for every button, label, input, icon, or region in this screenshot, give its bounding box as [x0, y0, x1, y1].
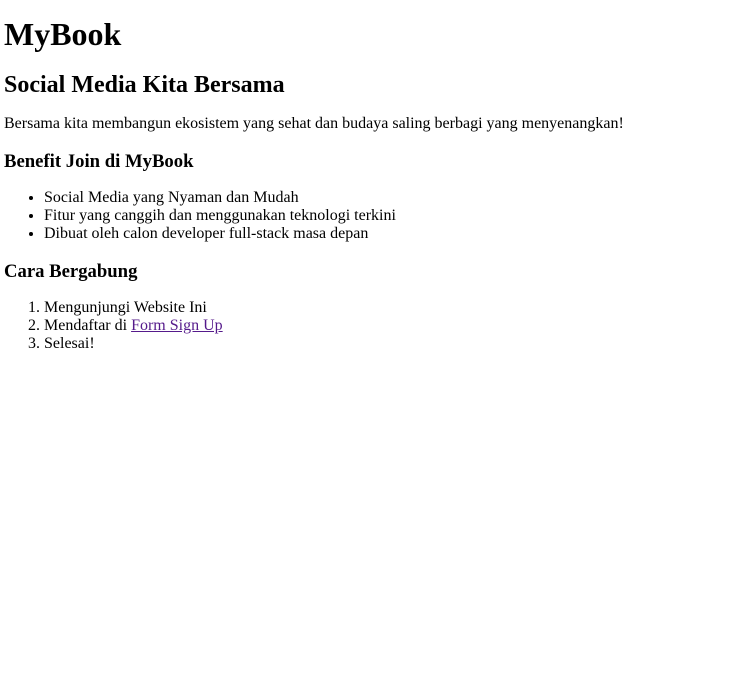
- benefits-list: Social Media yang Nyaman dan Mudah Fitur…: [4, 189, 727, 243]
- intro-paragraph: Bersama kita membangun ekosistem yang se…: [4, 115, 624, 132]
- benefits-heading: Benefit Join di MyBook: [4, 151, 194, 172]
- benefit-item: Social Media yang Nyaman dan Mudah: [44, 189, 727, 207]
- tagline-heading: Social Media Kita Bersama: [4, 72, 285, 98]
- join-step-item: Selesai!: [44, 335, 727, 353]
- page-content: MyBook Social Media Kita Bersama Bersama…: [0, 16, 731, 353]
- benefit-item: Fitur yang canggih dan menggunakan tekno…: [44, 207, 727, 225]
- benefit-item: Dibuat oleh calon developer full-stack m…: [44, 225, 727, 243]
- site-title: MyBook: [4, 16, 122, 52]
- join-step-item: Mengunjungi Website Ini: [44, 299, 727, 317]
- join-steps-heading: Cara Bergabung: [4, 261, 138, 282]
- join-step-prefix: Mendaftar di: [44, 317, 132, 334]
- join-steps-list: Mengunjungi Website Ini Mendaftar di For…: [4, 299, 727, 353]
- signup-form-link[interactable]: Form Sign Up: [131, 317, 223, 334]
- join-step-item: Mendaftar di Form Sign Up: [44, 317, 727, 335]
